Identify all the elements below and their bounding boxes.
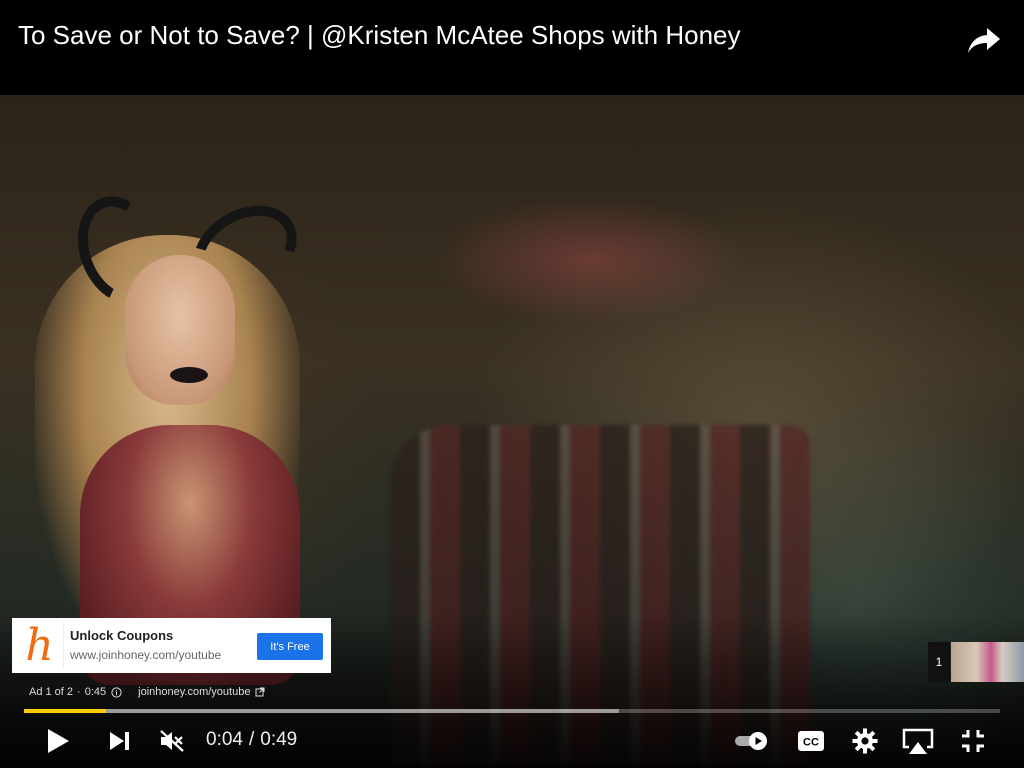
honey-logo-letter: h xyxy=(25,619,54,671)
exit-fullscreen-button[interactable] xyxy=(953,722,993,760)
next-button[interactable] xyxy=(100,722,140,760)
captions-button[interactable]: CC xyxy=(791,722,831,760)
ad-position: Ad 1 of 2 xyxy=(29,686,74,698)
progress-played xyxy=(24,709,106,713)
svg-text:CC: CC xyxy=(803,737,819,749)
title-bar: To Save or Not to Save? | @Kristen McAte… xyxy=(0,0,1024,95)
info-icon[interactable] xyxy=(111,686,122,698)
ad-domain-link[interactable]: joinhoney.com/youtube xyxy=(138,686,265,698)
current-time: 0:04 xyxy=(206,729,243,750)
autoplay-toggle-icon xyxy=(735,732,767,750)
ad-domain-text: joinhoney.com/youtube xyxy=(138,686,251,698)
ad-separator: · xyxy=(77,686,81,698)
ad-url[interactable]: www.joinhoney.com/youtube xyxy=(70,648,221,662)
ad-info-row: Ad 1 of 2 · 0:45 joinhoney.com/youtube xyxy=(29,686,265,698)
share-icon xyxy=(968,28,1000,53)
time-display: 0:04/0:49 xyxy=(206,729,297,751)
next-icon xyxy=(110,732,129,750)
exit-fullscreen-icon xyxy=(962,730,984,752)
captions-icon: CC xyxy=(798,731,824,751)
share-button[interactable] xyxy=(962,20,1006,60)
up-next-count: 1 xyxy=(928,642,950,682)
honey-logo-icon: h xyxy=(16,622,64,669)
time-separator: / xyxy=(248,729,255,750)
ad-card[interactable]: h Unlock Coupons www.joinhoney.com/youtu… xyxy=(12,618,331,673)
autoplay-toggle[interactable] xyxy=(731,722,771,760)
airplay-button[interactable] xyxy=(898,722,938,760)
ad-cta-button[interactable]: It's Free xyxy=(257,633,323,660)
ad-headline[interactable]: Unlock Coupons xyxy=(70,628,173,643)
up-next-thumbnail[interactable] xyxy=(951,642,1024,682)
mute-icon xyxy=(160,730,184,752)
duration: 0:49 xyxy=(260,729,298,750)
progress-bar[interactable] xyxy=(24,709,1000,713)
settings-icon xyxy=(852,728,878,754)
play-icon xyxy=(48,729,69,753)
ad-remaining-time: 0:45 xyxy=(84,686,107,698)
mute-button[interactable] xyxy=(152,722,192,760)
airplay-icon xyxy=(902,728,934,754)
external-link-icon xyxy=(255,687,265,697)
settings-button[interactable] xyxy=(845,722,885,760)
video-subject-lips xyxy=(170,367,208,383)
progress-buffered xyxy=(24,709,620,713)
play-button[interactable] xyxy=(38,722,78,760)
video-title[interactable]: To Save or Not to Save? | @Kristen McAte… xyxy=(18,18,741,52)
